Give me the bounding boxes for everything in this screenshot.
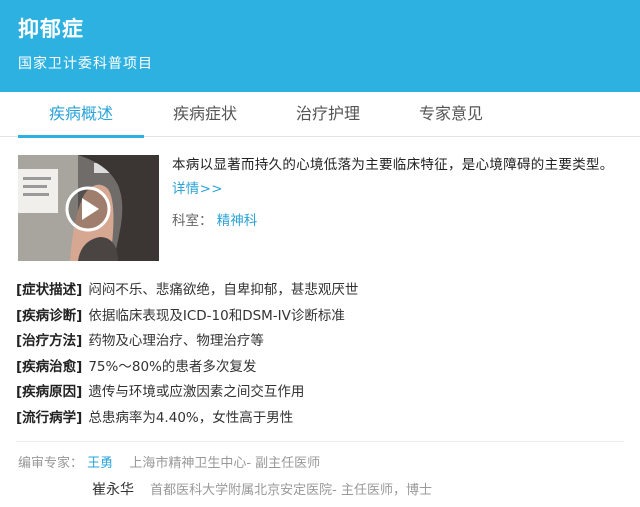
tab-treatment[interactable]: 治疗护理: [265, 92, 391, 137]
fact-key: [疾病治愈]: [16, 358, 83, 375]
details-link[interactable]: 详情>>: [172, 181, 223, 197]
fact-row: [流行病学] 总患病率为4.40%，女性高于男性: [16, 406, 626, 432]
fact-key: [症状描述]: [16, 282, 83, 298]
fact-key: [治疗方法]: [16, 333, 83, 349]
fact-row: [疾病诊断] 依据临床表现及ICD-10和DSM-IV诊断标准: [16, 304, 626, 330]
fact-row: [疾病治愈] 75%～80%的患者多次复发: [16, 355, 626, 381]
intro-text: 本病以显著而持久的心境低落为主要临床特征，是心境障碍的主要类型。: [172, 157, 614, 173]
department-link[interactable]: 精神科: [217, 213, 258, 229]
expert-row: 编审专家： 王勇 上海市精神卫生中心- 副主任医师: [18, 452, 320, 471]
section-divider: [16, 441, 624, 442]
fact-value: 闷闷不乐、悲痛欲绝，自卑抑郁，甚悲观厌世: [88, 282, 359, 298]
fact-row: [症状描述] 闷闷不乐、悲痛欲绝，自卑抑郁，甚悲观厌世: [16, 278, 626, 304]
disease-intro: 本病以显著而持久的心境低落为主要临床特征，是心境障碍的主要类型。 详情>>: [172, 153, 624, 201]
department-label: 科室：: [172, 213, 213, 229]
experts-label: 编审专家：: [18, 456, 84, 471]
expert-name: 崔永华: [92, 482, 134, 498]
play-icon[interactable]: [18, 155, 159, 261]
expert-title: 上海市精神卫生中心- 副主任医师: [129, 456, 321, 471]
fact-value: 遗传与环境或应激因素之间交互作用: [88, 384, 305, 400]
expert-title: 首都医科大学附属北京安定医院- 主任医师，博士: [150, 483, 432, 498]
fact-value: 75%～80%的患者多次复发: [88, 358, 257, 375]
expert-name-link[interactable]: 王勇: [87, 456, 113, 471]
app-header: 抑郁症 国家卫计委科普项目: [0, 0, 640, 92]
tab-expert-opinion[interactable]: 专家意见: [388, 92, 514, 137]
video-thumbnail[interactable]: [18, 155, 159, 261]
fact-row: [治疗方法] 药物及心理治疗、物理治疗等: [16, 329, 626, 355]
tab-bar: 疾病概述 疾病症状 治疗护理 专家意见: [0, 92, 640, 138]
fact-value: 总患病率为4.40%，女性高于男性: [88, 409, 294, 426]
facts-list: [症状描述] 闷闷不乐、悲痛欲绝，自卑抑郁，甚悲观厌世 [疾病诊断] 依据临床表现及…: [16, 278, 626, 431]
tab-overview[interactable]: 疾病概述: [18, 92, 144, 138]
fact-key: [疾病诊断]: [16, 307, 83, 324]
page-subtitle: 国家卫计委科普项目: [18, 56, 153, 72]
page-title: 抑郁症: [18, 17, 84, 41]
department-row: 科室： 精神科: [172, 210, 257, 232]
tab-symptoms[interactable]: 疾病症状: [142, 92, 268, 137]
fact-row: [疾病原因] 遗传与环境或应激因素之间交互作用: [16, 380, 626, 406]
expert-row: 崔永华 首都医科大学附属北京安定医院- 主任医师，博士: [92, 479, 432, 499]
fact-key: [流行病学]: [16, 409, 83, 426]
fact-key: [疾病原因]: [16, 384, 83, 400]
fact-value: 依据临床表现及ICD-10和DSM-IV诊断标准: [88, 307, 345, 324]
fact-value: 药物及心理治疗、物理治疗等: [88, 333, 264, 349]
